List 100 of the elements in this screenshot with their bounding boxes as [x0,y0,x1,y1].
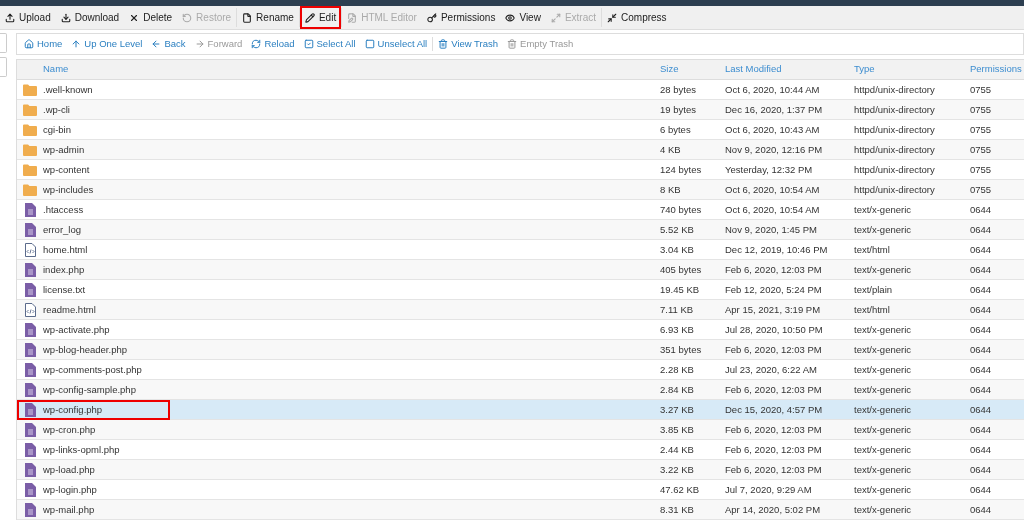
folder-icon [23,184,37,196]
table-cell-text: 0644 [970,262,993,277]
toolbar-button[interactable]: View [500,6,546,29]
file-name: wp-mail.php [43,502,95,517]
nav-button[interactable]: View Trash [434,36,503,52]
code-file-icon [24,303,36,317]
checkbox-icon [303,39,314,49]
arrow-up-icon [71,39,82,49]
table-cell-text: 0644 [970,202,993,217]
table-cell-text: httpd/unix-directory [854,182,936,197]
file-name: error_log [43,222,82,237]
table-cell-text: 0644 [970,422,993,437]
table-cell-text: Nov 9, 2020, 1:45 PM [725,222,818,237]
table-cell-text: 19.45 KB [660,282,701,297]
table-row[interactable]: error_log 5.52 KB Nov 9, 2020, 1:45 PM text/x-generic 0644 [17,220,1024,240]
table-row[interactable]: wp-load.php 3.22 KB Feb 6, 2020, 12:03 PM text/x-generic 0644 [17,460,1024,480]
file-name: .well-known [43,82,93,97]
folder-icon [23,124,37,136]
document-icon [24,423,36,437]
table-cell-text: httpd/unix-directory [854,142,936,157]
table-row[interactable]: wp-includes 8 KB Oct 6, 2020, 10:54 AM httpd/unix-directory 0755 [17,180,1024,200]
table-cell-text: Nov 9, 2020, 12:16 PM [725,142,824,157]
table-cell-text: 8.31 KB [660,502,695,517]
file-name: wp-comments-post.php [43,362,142,377]
nav-button[interactable]: Select All [299,36,360,52]
folder-icon [23,84,37,96]
table-cell-text: text/html [854,242,891,257]
table-cell-text: 3.85 KB [660,422,695,437]
table-row[interactable]: wp-links-opml.php 2.44 KB Feb 6, 2020, 12:03 PM text/x-generic 0644 [17,440,1024,460]
table-cell-text: 8 KB [660,182,682,197]
toolbar-button[interactable]: Compress [602,6,672,29]
table-cell-text: 0755 [970,162,993,177]
table-cell-text: 0644 [970,382,993,397]
table-cell-text: text/x-generic [854,322,913,337]
file-name: .wp-cli [43,102,70,117]
table-row[interactable]: wp-login.php 47.62 KB Jul 7, 2020, 9:29 AM text/x-generic 0644 [17,480,1024,500]
nav-button[interactable]: Unselect All [360,36,432,52]
table-cell-text: Feb 6, 2020, 12:03 PM [725,462,823,477]
pencil-icon [304,12,315,23]
table-row[interactable]: .htaccess 740 bytes Oct 6, 2020, 10:54 AM text/x-generic 0644 [17,200,1024,220]
table-cell-text: Feb 6, 2020, 12:03 PM [725,382,823,397]
table-row[interactable]: wp-config.php 3.27 KB Dec 15, 2020, 4:57 PM text/x-generic 0644 [17,400,1024,420]
arrow-left-icon [151,39,162,49]
document-icon [24,483,36,497]
table-row[interactable]: readme.html 7.11 KB Apr 15, 2021, 3:19 PM text/html 0644 [17,300,1024,320]
table-cell-text: httpd/unix-directory [854,162,936,177]
nav-button[interactable]: Home [20,36,67,52]
nav-button[interactable]: Up One Level [67,36,147,52]
sidebar-field[interactable] [0,33,7,53]
file-name: wp-includes [43,182,94,197]
toolbar-button[interactable]: Upload [0,6,56,29]
trash-icon [438,39,449,49]
undo-icon [182,12,193,23]
file-name: wp-content [43,162,90,177]
upload-icon [5,12,15,23]
file-name: cgi-bin [43,122,71,137]
table-cell-text: 7.11 KB [660,302,695,317]
document-icon [24,343,36,357]
table-cell-text: 3.04 KB [660,242,695,257]
table-cell-text: httpd/unix-directory [854,122,936,137]
toolbar-button[interactable]: Download [55,6,125,29]
table-row[interactable]: wp-admin 4 KB Nov 9, 2020, 12:16 PM httpd/unix-directory 0755 [17,140,1024,160]
table-row[interactable]: license.txt 19.45 KB Feb 12, 2020, 5:24 PM text/plain 0644 [17,280,1024,300]
toolbar-button[interactable]: Permissions [421,6,501,29]
toolbar-button[interactable]: Rename [237,6,299,29]
table-row[interactable]: home.html 3.04 KB Dec 12, 2019, 10:46 PM text/html 0644 [17,240,1024,260]
table-cell-text: 0644 [970,402,993,417]
table-cell-text: Feb 6, 2020, 12:03 PM [725,422,823,437]
table-cell-text: Feb 6, 2020, 12:03 PM [725,342,823,357]
table-row[interactable]: wp-comments-post.php 2.28 KB Jul 23, 2020, 6:22 AM text/x-generic 0644 [17,360,1024,380]
table-cell-text: 0644 [970,502,993,517]
toolbar-button[interactable]: Delete [124,6,178,29]
file-name: wp-links-opml.php [43,442,120,457]
table-row[interactable]: wp-mail.php 8.31 KB Apr 14, 2020, 5:02 PM text/x-generic 0644 [17,500,1024,520]
document-icon [24,263,36,277]
trash-icon [507,39,518,49]
table-cell-text: text/x-generic [854,402,913,417]
toolbar-button[interactable]: Edit [299,6,342,29]
table-cell-text: 0644 [970,222,993,237]
sidebar-field[interactable] [0,57,7,77]
table-cell-text: 0755 [970,142,993,157]
table-row[interactable]: wp-cron.php 3.85 KB Feb 6, 2020, 12:03 PM text/x-generic 0644 [17,420,1024,440]
file-name: wp-cron.php [43,422,96,437]
table-cell-text: text/x-generic [854,462,913,477]
eye-icon [505,12,516,23]
file-name: .htaccess [43,202,84,217]
nav-button[interactable]: Back [147,36,190,52]
file-name: wp-admin [43,142,85,157]
table-cell-text: Feb 12, 2020, 5:24 PM [725,282,823,297]
table-cell-text: 4 KB [660,142,682,157]
table-row[interactable]: index.php 405 bytes Feb 6, 2020, 12:03 PM text/x-generic 0644 [17,260,1024,280]
table-row[interactable]: wp-config-sample.php 2.84 KB Feb 6, 2020, 12:03 PM text/x-generic 0644 [17,380,1024,400]
file-name: readme.html [43,302,96,317]
table-row[interactable]: .wp-cli 19 bytes Dec 16, 2020, 1:37 PM httpd/unix-directory 0755 [17,100,1024,120]
table-cell-text: 0644 [970,462,993,477]
table-cell-text: text/x-generic [854,422,913,437]
table-row[interactable]: wp-blog-header.php 351 bytes Feb 6, 2020, 12:03 PM text/x-generic 0644 [17,340,1024,360]
table-row[interactable]: wp-activate.php 6.93 KB Jul 28, 2020, 10:50 PM text/x-generic 0644 [17,320,1024,340]
file-name: wp-load.php [43,462,95,477]
nav-button[interactable]: Reload [247,36,299,52]
